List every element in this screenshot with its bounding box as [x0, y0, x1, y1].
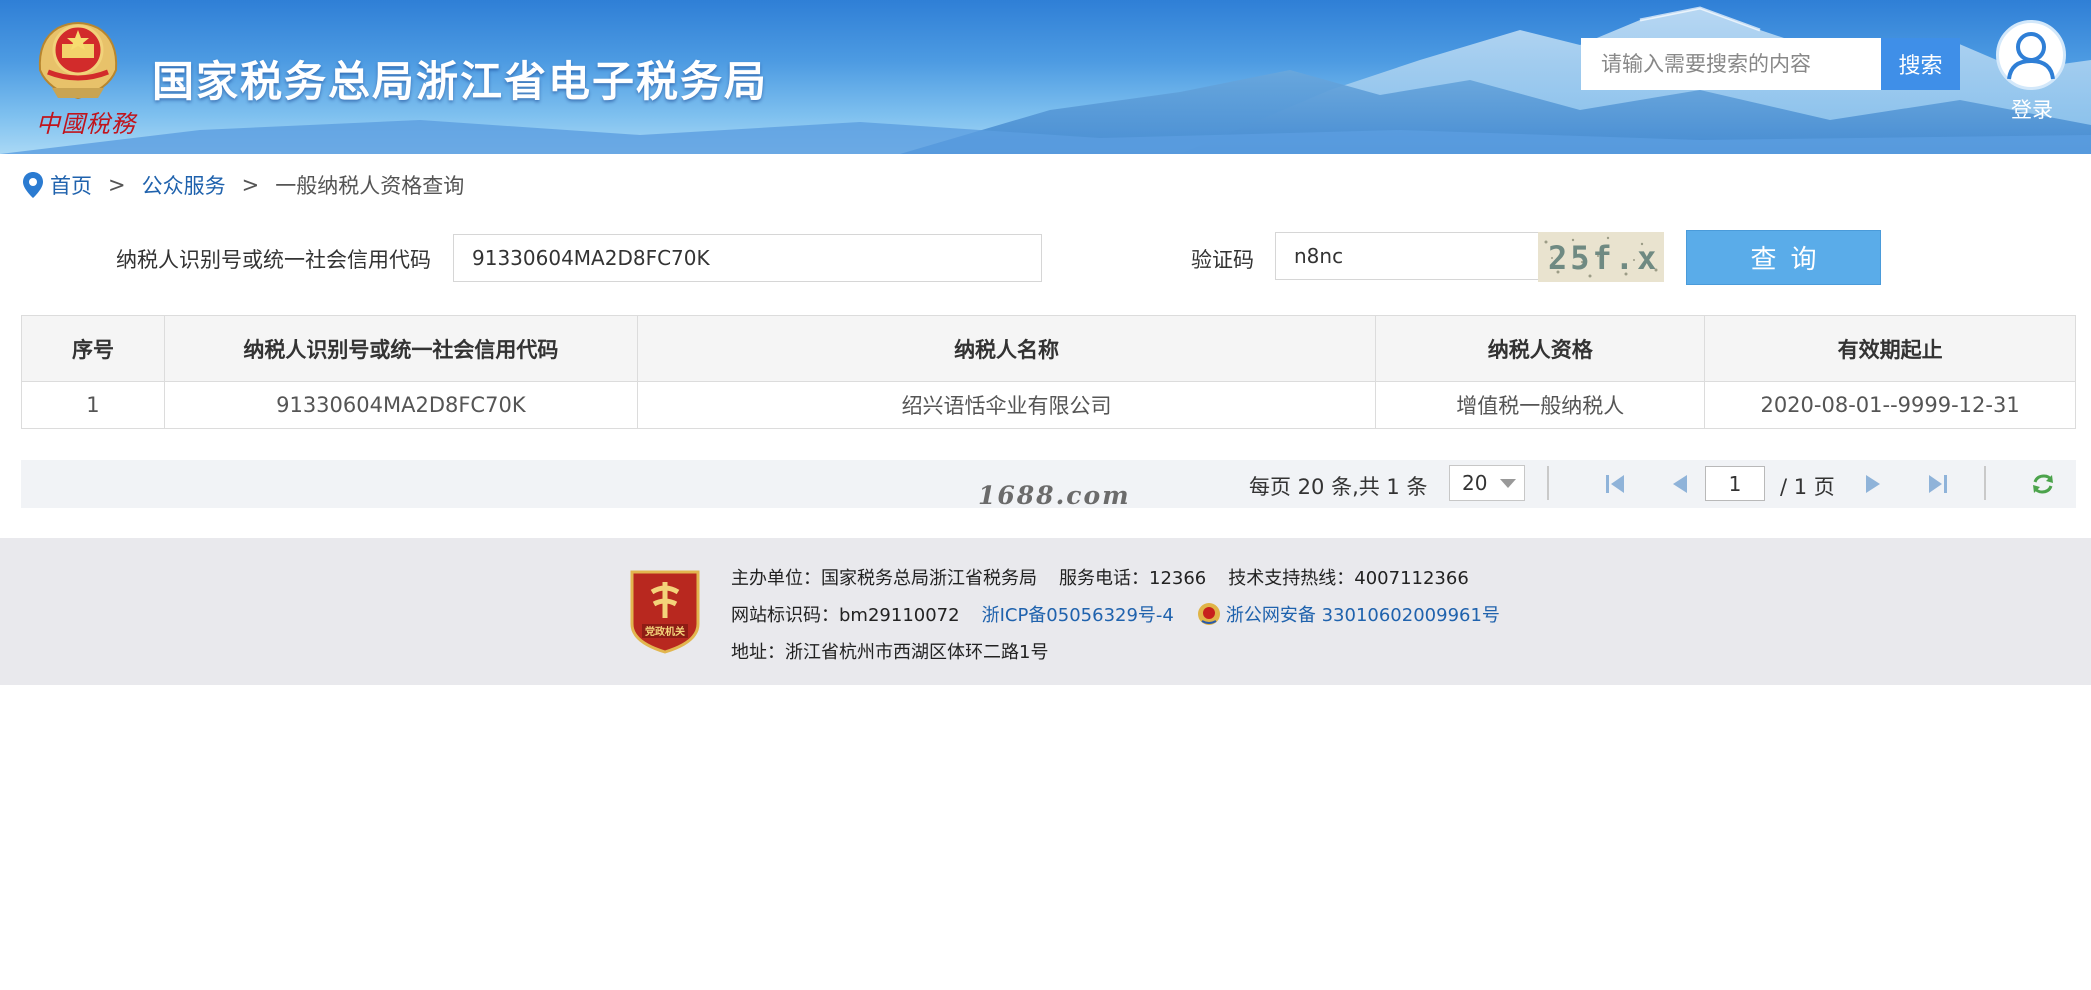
total-pages: / 1 页 [1780, 475, 1835, 499]
column-header-validity: 有效期起止 [1704, 315, 2076, 382]
cell-validity: 2020-08-01--9999-12-31 [1704, 381, 2076, 429]
captcha-input[interactable] [1275, 232, 1540, 280]
column-header-qualification: 纳税人资格 [1375, 315, 1706, 382]
site-title: 国家税务总局浙江省电子税务局 [152, 57, 769, 106]
breadcrumb-current: 一般纳税人资格查询 [275, 174, 465, 198]
login-avatar-icon[interactable] [1996, 20, 2066, 90]
police-record-link[interactable]: 浙公网安备 33010602009961号 [1226, 605, 1500, 626]
breadcrumb-separator: > [241, 173, 260, 197]
site-header: 中國稅務 国家税务总局浙江省电子税务局 搜索 登录 [0, 0, 2091, 154]
police-badge-icon [1197, 603, 1220, 625]
pager-divider [1984, 466, 1986, 500]
column-header-taxpayer-id: 纳税人识别号或统一社会信用代码 [163, 315, 638, 382]
login-link[interactable]: 登录 [2004, 94, 2060, 124]
footer-line-host: 主办单位：国家税务总局浙江省税务局 服务电话：12366 技术支持热线：400711… [731, 564, 1469, 590]
pagination-summary: 每页 20 条,共 1 条 [1249, 475, 1428, 499]
footer-address: 地址：浙江省杭州市西湖区体环二路1号 [731, 642, 1049, 663]
search-input[interactable] [1581, 38, 1881, 90]
breadcrumb-home-link[interactable]: 首页 [50, 170, 92, 200]
last-page-icon[interactable] [1926, 472, 1950, 496]
cell-qualification: 增值税一般纳税人 [1375, 381, 1706, 429]
location-pin-icon [23, 172, 43, 198]
breadcrumb-separator: > [108, 173, 126, 197]
previous-page-icon[interactable] [1667, 472, 1691, 496]
cell-taxpayer-name: 绍兴语恬伞业有限公司 [636, 381, 1377, 429]
cell-taxpayer-id: 91330604MA2D8FC70K [163, 381, 638, 429]
result-table: 序号 纳税人识别号或统一社会信用代码 纳税人名称 纳税人资格 有效期起止 1 9… [21, 315, 2076, 429]
pager-divider [1547, 466, 1549, 500]
page-size-value: 20 [1462, 471, 1488, 495]
page-size-select[interactable]: 20 [1449, 465, 1525, 501]
table-row: 1 91330604MA2D8FC70K 绍兴语恬伞业有限公司 增值税一般纳税人… [21, 381, 2076, 429]
query-button[interactable]: 查询 [1686, 230, 1881, 285]
footer-line-address: 地址：浙江省杭州市西湖区体环二路1号 [731, 638, 1048, 664]
cell-index: 1 [21, 381, 165, 429]
site-footer: 党政机关 主办单位：国家税务总局浙江省税务局 服务电话：12366 技术支持热线：4… [0, 538, 2091, 685]
refresh-icon[interactable] [2031, 472, 2055, 496]
taxpayer-id-input[interactable] [453, 234, 1042, 282]
emblem-calligraphy-text: 中國稅務 [36, 110, 136, 138]
column-header-taxpayer-name: 纳税人名称 [636, 315, 1377, 382]
first-page-icon[interactable] [1603, 472, 1627, 496]
footer-line-registration: 网站标识码：bm29110072 浙ICP备05056329号-4 浙公网安备 3… [731, 601, 1500, 627]
footer-hotline: 技术支持热线：4007112366 [1228, 568, 1469, 589]
watermark-text: 1688.com [978, 481, 1131, 510]
table-header-row: 序号 纳税人识别号或统一社会信用代码 纳税人名称 纳税人资格 有效期起止 [21, 315, 2076, 382]
next-page-icon[interactable] [1862, 472, 1886, 496]
footer-site-id: 网站标识码：bm29110072 [731, 605, 960, 626]
national-emblem-icon [38, 22, 118, 100]
breadcrumb: 首页 > 公众服务 > 一般纳税人资格查询 [22, 170, 464, 200]
taxpayer-id-label: 纳税人识别号或统一社会信用代码 [116, 248, 431, 272]
search-button[interactable]: 搜索 [1881, 38, 1960, 90]
current-page-input[interactable] [1705, 466, 1765, 501]
footer-host: 主办单位：国家税务总局浙江省税务局 [731, 568, 1037, 589]
captcha-text: 25f.x [1548, 239, 1659, 277]
badge-text: 党政机关 [645, 625, 685, 638]
icp-link[interactable]: 浙ICP备05056329号-4 [982, 605, 1174, 626]
captcha-label: 验证码 [1191, 248, 1254, 272]
column-header-index: 序号 [21, 315, 165, 382]
chevron-down-icon [1500, 479, 1516, 488]
footer-phone: 服务电话：12366 [1059, 568, 1207, 589]
breadcrumb-section-link[interactable]: 公众服务 [142, 170, 226, 200]
government-agency-badge-icon[interactable]: 党政机关 [628, 568, 702, 654]
captcha-image[interactable]: 25f.x [1538, 232, 1664, 282]
